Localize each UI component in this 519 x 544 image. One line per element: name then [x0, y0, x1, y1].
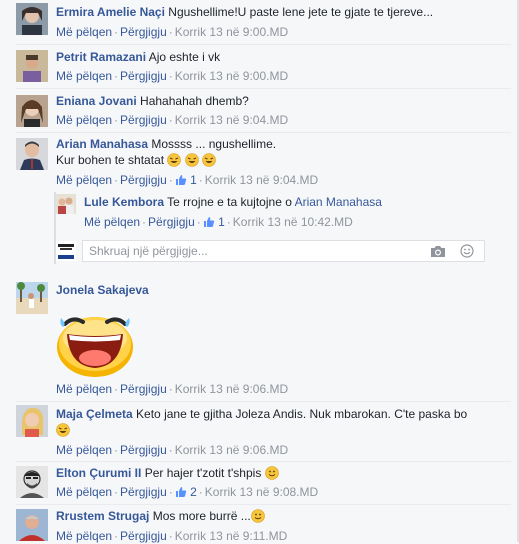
divider [16, 504, 511, 505]
avatar[interactable] [16, 282, 48, 314]
comment-text: Ajo eshte i vk [148, 50, 221, 64]
comment-text: Per hajer t'zotit t'shpis [144, 466, 262, 480]
avatar[interactable] [16, 466, 48, 498]
comment-date[interactable]: Korrik 13 në 9:06.MD [175, 382, 288, 396]
reply-input[interactable]: Shkruaj një përgjigje... [82, 240, 485, 262]
commenter-name[interactable]: Petrit Ramazani [56, 50, 146, 64]
reply-link[interactable]: Përgjigju [120, 113, 167, 127]
laughing-emoji-icon [56, 423, 70, 437]
like-link[interactable]: Më pëlqen [56, 25, 112, 39]
commenter-name[interactable]: Maja Çelmeta [56, 407, 133, 421]
comment-text: Te rrojne e ta kujtojne o [167, 195, 292, 209]
divider [16, 44, 511, 45]
avatar[interactable] [56, 194, 76, 214]
comment-date[interactable]: Korrik 13 në 9:00.MD [175, 69, 288, 83]
emoji-picker-icon[interactable] [460, 244, 474, 258]
laughing-emoji-icon [202, 153, 216, 167]
like-count[interactable]: 2 [175, 485, 197, 499]
reply-link[interactable]: Përgjigju [148, 215, 195, 229]
like-link[interactable]: Më pëlqen [56, 113, 112, 127]
reply-link[interactable]: Përgjigju [120, 443, 167, 457]
thumbs-up-icon [175, 485, 187, 499]
like-link[interactable]: Më pëlqen [84, 215, 140, 229]
avatar[interactable] [16, 95, 48, 127]
comment-date[interactable]: Korrik 13 në 9:06.MD [175, 443, 288, 457]
avatar[interactable] [16, 138, 48, 170]
comment-text-line1: Mossss ... ngushellime. [151, 137, 277, 151]
current-user-avatar [56, 241, 76, 261]
laughing-emoji-icon [167, 153, 184, 167]
thumbs-up-icon [203, 215, 215, 229]
commenter-name[interactable]: Jonela Sakajeva [56, 283, 149, 297]
reply-link[interactable]: Përgjigju [120, 173, 167, 187]
reply-link[interactable]: Përgjigju [120, 382, 167, 396]
smile-emoji-icon [250, 509, 265, 523]
comment-date[interactable]: Korrik 13 në 9:04.MD [175, 113, 288, 127]
commenter-name[interactable]: Arian Manahasa [56, 137, 148, 151]
reply-link[interactable]: Përgjigju [120, 485, 167, 499]
reply-link[interactable]: Përgjigju [120, 529, 167, 543]
comment-date[interactable]: Korrik 13 në 9:11.MD [175, 529, 288, 543]
reply-link[interactable]: Përgjigju [120, 69, 167, 83]
commenter-name[interactable]: Ermira Amelie Naçi [56, 5, 165, 19]
comment-date[interactable]: Korrik 13 në 9:08.MD [205, 485, 318, 499]
divider [16, 401, 511, 402]
reply-input-placeholder: Shkruaj një përgjigje... [89, 244, 208, 258]
avatar[interactable] [16, 405, 48, 437]
comment-date[interactable]: Korrik 13 në 9:04.MD [205, 173, 318, 187]
comment-text: Hahahahah dhemb? [140, 94, 249, 108]
commenter-name[interactable]: Elton Çurumi II [56, 466, 141, 480]
camera-icon[interactable] [430, 245, 446, 258]
avatar[interactable] [16, 3, 48, 35]
reply-link[interactable]: Përgjigju [120, 25, 167, 39]
avatar[interactable] [16, 50, 48, 82]
smile-emoji-icon [264, 466, 279, 480]
comment-text: Ngushellime!U paste lene jete te gjate t… [168, 5, 434, 19]
comment-text: Mos more burrë ... [152, 509, 251, 523]
like-count[interactable]: 1 [175, 173, 197, 187]
divider [16, 461, 511, 462]
comment-date[interactable]: Korrik 13 në 9:00.MD [175, 25, 288, 39]
like-link[interactable]: Më pëlqen [56, 69, 112, 83]
divider [16, 88, 511, 89]
thumbs-up-icon [175, 173, 187, 187]
commenter-name[interactable]: Eniana Jovani [56, 94, 137, 108]
comment-date[interactable]: Korrik 13 në 10:42.MD [233, 215, 353, 229]
like-count[interactable]: 1 [203, 215, 225, 229]
like-link[interactable]: Më pëlqen [56, 443, 112, 457]
like-link[interactable]: Më pëlqen [56, 173, 112, 187]
comment-text: Keto jane te gjitha Joleza Andis. Nuk mb… [136, 407, 468, 421]
like-link[interactable]: Më pëlqen [56, 485, 112, 499]
comment-text-line2: Kur bohen te shtatat [56, 153, 165, 167]
laughing-emoji-icon [184, 153, 202, 167]
divider [16, 132, 511, 133]
mention-link[interactable]: Arian Manahasa [295, 195, 382, 209]
like-link[interactable]: Më pëlqen [56, 529, 112, 543]
laughing-sticker-icon [55, 308, 135, 378]
commenter-name[interactable]: Lule Kembora [84, 195, 164, 209]
avatar[interactable] [16, 509, 48, 541]
commenter-name[interactable]: Rrustem Strugaj [56, 509, 149, 523]
like-link[interactable]: Më pëlqen [56, 382, 112, 396]
